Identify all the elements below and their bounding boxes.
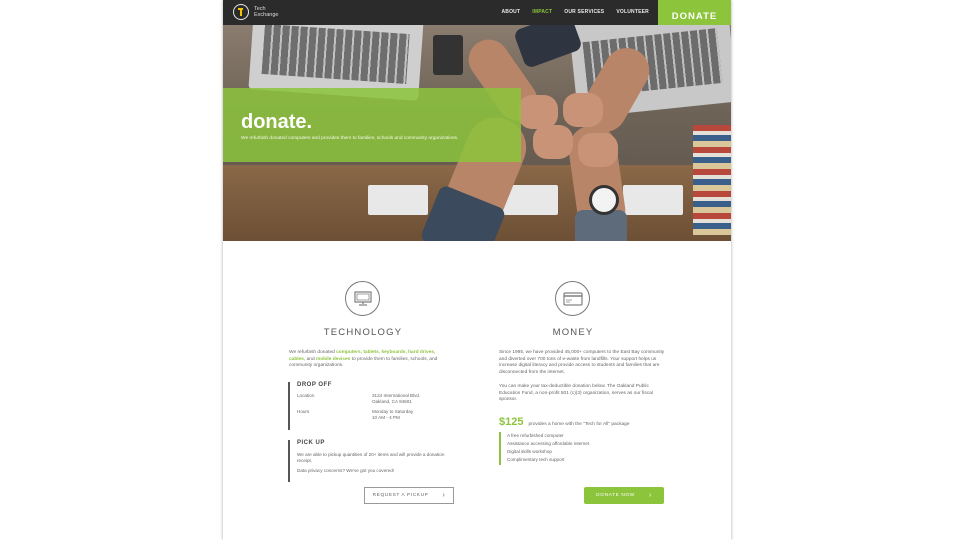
list-item: Digital skills workshop <box>507 449 552 454</box>
top-nav: Tech Exchange ABOUT IMPACT OUR SERVICES … <box>223 0 731 32</box>
hours-label: Hours <box>297 409 310 414</box>
nav-links: ABOUT IMPACT OUR SERVICES VOLUNTEER <box>501 9 649 15</box>
package-list: A free refurbished computer Assistance a… <box>499 432 589 465</box>
chevron-right-icon: › <box>442 492 446 499</box>
dropoff-section: DROP OFF Location 3124 International Blv… <box>288 382 458 430</box>
nav-link-impact[interactable]: IMPACT <box>532 9 552 15</box>
donate-now-button[interactable]: DONATE NOW › <box>584 487 664 504</box>
hero-photo-fist <box>563 93 603 127</box>
hero-photo-power-strip <box>368 185 428 215</box>
technology-title: TECHNOLOGY <box>323 327 403 338</box>
list-item: A free refurbished computer <box>507 433 564 438</box>
credit-card-icon <box>563 292 582 305</box>
pickup-title: PICK UP <box>297 440 325 446</box>
hero-subtitle: We refurbish donated computers and provi… <box>241 136 459 141</box>
hero-photo-fist <box>533 125 573 159</box>
logo-icon <box>233 4 249 20</box>
location-line2: Oakland, CA 94601 <box>372 399 412 404</box>
hero-photo-phone <box>433 35 463 75</box>
technology-icon-circle <box>345 281 380 316</box>
chevron-right-icon: › <box>648 492 652 499</box>
nav-link-about[interactable]: ABOUT <box>501 9 520 15</box>
privacy-link[interactable]: Data privacy concerns? We've got you cov… <box>297 468 458 474</box>
list-item: Assistance accessing affordable internet <box>507 441 590 446</box>
hero-photo-power-strip <box>623 185 683 215</box>
hours-line2: 10 AM - 4 PM <box>372 415 400 420</box>
price-text: provides a home with the "Tech for All" … <box>528 422 630 427</box>
hero-photo-books <box>693 125 731 235</box>
technology-intro: We refurbish donated computers, tablets,… <box>289 350 438 369</box>
logo-line2: Exchange <box>254 12 279 18</box>
money-title: MONEY <box>552 327 594 338</box>
dropoff-title: DROP OFF <box>297 382 332 388</box>
hero-banner: donate. We refurbish donated computers a… <box>223 25 731 241</box>
location-label: Location <box>297 393 315 398</box>
pickup-section: PICK UP We are able to pickup quantities… <box>288 440 458 482</box>
hero-title: donate. <box>241 111 313 133</box>
nav-link-volunteer[interactable]: VOLUNTEER <box>616 9 649 15</box>
hero-photo-fist <box>578 133 618 167</box>
monitor-icon <box>354 291 371 306</box>
list-item: Complimentary tech support <box>507 457 565 462</box>
request-pickup-button[interactable]: REQUEST A PICKUP › <box>364 487 454 504</box>
money-paragraph-1: Since 1995, we have provided 45,000+ com… <box>499 350 665 375</box>
price-row: $125 provides a home with the "Tech for … <box>499 416 629 428</box>
price: $125 <box>499 416 524 428</box>
logo[interactable]: Tech Exchange <box>233 4 278 20</box>
nav-link-our-services[interactable]: OUR SERVICES <box>564 9 604 15</box>
hero-photo-fist <box>518 95 558 129</box>
pickup-text: We are able to pickup quantities of 20+ … <box>297 452 445 463</box>
hero-photo-watch <box>589 185 619 215</box>
money-paragraph-2: You can make your tax-deductible donatio… <box>499 384 653 403</box>
page: Tech Exchange ABOUT IMPACT OUR SERVICES … <box>223 0 731 540</box>
money-icon-circle <box>555 281 590 316</box>
